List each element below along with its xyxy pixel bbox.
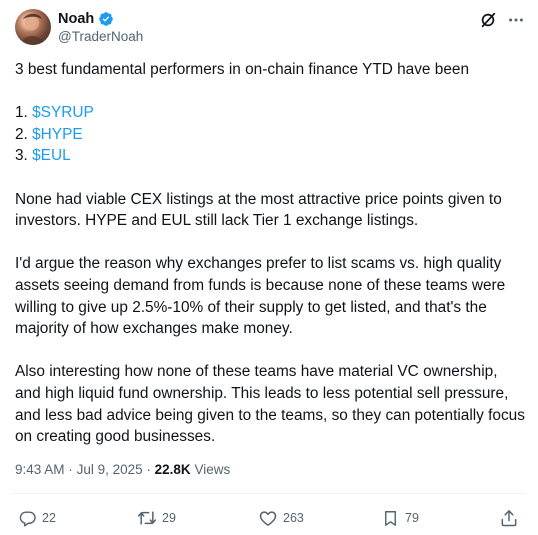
verified-badge-icon[interactable] — [98, 11, 114, 27]
cashtag-link[interactable]: $HYPE — [32, 126, 82, 143]
repost-button[interactable]: 29 — [137, 506, 176, 530]
more-options-icon[interactable] — [506, 10, 526, 30]
grok-icon[interactable] — [478, 10, 498, 30]
list-item: 2. $HYPE — [15, 124, 527, 146]
tweet-paragraph: I'd argue the reason why exchanges prefe… — [15, 255, 506, 338]
share-icon — [499, 508, 519, 528]
tweet-date[interactable]: Jul 9, 2025 — [77, 462, 143, 477]
like-icon — [258, 508, 278, 528]
bookmark-count: 79 — [405, 511, 419, 525]
views-label: Views — [194, 462, 231, 477]
list-number: 2. — [15, 125, 33, 143]
tweet-time[interactable]: 9:43 AM — [15, 462, 65, 477]
tweet-paragraph: None had viable CEX listings at the most… — [15, 190, 502, 230]
reply-icon — [18, 509, 37, 528]
divider — [12, 493, 526, 494]
tweet-text: 3 best fundamental performers in on-chai… — [15, 59, 527, 448]
bookmark-icon — [381, 509, 400, 528]
views-count: 22.8K — [154, 462, 191, 477]
like-button[interactable]: 263 — [258, 506, 304, 530]
list-item: 3. $EUL — [15, 145, 527, 167]
list-number: 1. — [15, 104, 33, 122]
author-name-row: Noah — [58, 10, 114, 28]
cashtag-link[interactable]: $EUL — [32, 147, 71, 164]
list-number: 3. — [15, 147, 33, 165]
bookmark-button[interactable]: 79 — [381, 506, 419, 530]
avatar[interactable] — [15, 9, 51, 45]
reply-button[interactable]: 22 — [18, 506, 56, 530]
action-bar: 22 29 263 79 — [12, 506, 526, 530]
cashtag-link[interactable]: $SYRUP — [32, 104, 94, 121]
tweet-intro: 3 best fundamental performers in on-chai… — [15, 61, 470, 78]
repost-count: 29 — [162, 511, 176, 525]
author-display-name[interactable]: Noah — [58, 11, 94, 27]
share-button[interactable] — [499, 506, 519, 530]
like-count: 263 — [283, 511, 304, 525]
reply-count: 22 — [42, 511, 56, 525]
repost-icon — [137, 508, 157, 528]
tweet-meta: 9:43 AM · Jul 9, 2025 · 22.8K Views — [15, 462, 230, 477]
top-actions — [478, 10, 526, 30]
meta-separator: · — [146, 462, 151, 477]
meta-separator: · — [68, 462, 73, 477]
tweet-paragraph: Also interesting how none of these teams… — [15, 363, 525, 446]
list-item: 1. $SYRUP — [15, 102, 527, 124]
author-handle[interactable]: @TraderNoah — [58, 29, 143, 44]
